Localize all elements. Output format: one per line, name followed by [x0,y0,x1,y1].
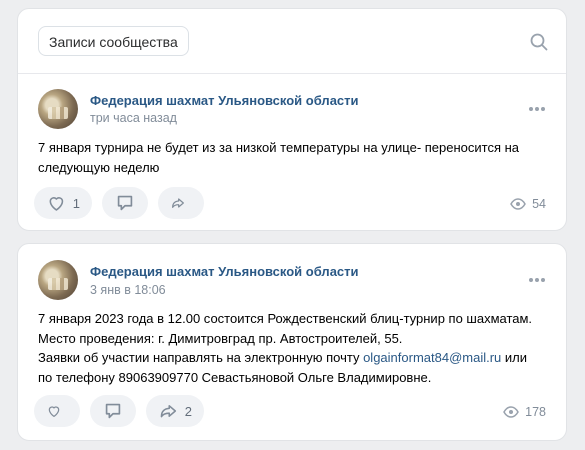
comment-button[interactable] [90,395,136,427]
share-button[interactable]: 2 [146,395,204,427]
share-button[interactable] [158,187,204,219]
like-button[interactable] [34,395,80,427]
comment-icon [105,403,121,419]
posts-card-2: Федерация шахмат Ульяновской области 3 я… [17,243,567,441]
heart-icon [49,197,64,211]
share-icon [172,198,184,208]
share-count: 2 [184,403,192,419]
avatar[interactable] [38,89,78,129]
like-button[interactable]: 1 [34,187,92,219]
views-counter: 54 [510,197,546,211]
like-count: 1 [72,195,80,211]
email-link[interactable]: olgainformat84@mail.ru [363,350,501,365]
post-text-line: Место проведения: г. Димитровград пр. Ав… [38,330,403,346]
post-text: 7 января турнира не будет из за низкой т… [38,140,520,175]
comment-button[interactable] [102,187,148,219]
post-time[interactable]: 3 янв в 18:06 [90,283,166,297]
post-text-segment: Заявки об участии направлять на электрон… [38,350,364,365]
avatar[interactable] [38,260,78,300]
more-icon[interactable] [528,106,546,112]
post-time[interactable]: три часа назад [90,111,177,125]
community-posts-tab[interactable]: Записи сообщества [38,26,189,56]
search-icon[interactable] [530,33,548,51]
heart-icon [48,406,60,417]
post-text: 7 января 2023 года в 12.00 состоится Рож… [38,309,543,387]
wall-header: Записи сообщества [18,9,566,74]
views-count: 178 [525,405,546,419]
post-text-line: Заявки об участии направлять на электрон… [38,348,543,368]
eye-icon [503,406,520,418]
posts-card-1: Записи сообщества Федерация шахмат Ульян… [17,8,567,231]
share-icon [160,405,177,418]
eye-icon [510,198,526,210]
views-counter: 178 [503,405,546,419]
post-text-line: по телефону 89063909770 Севастьяновой Ол… [38,369,432,385]
views-count: 54 [532,197,546,211]
post-author[interactable]: Федерация шахмат Ульяновской области [90,93,359,108]
comment-icon [117,195,133,211]
post-text-line: 7 января 2023 года в 12.00 состоится Рож… [38,311,533,326]
more-icon[interactable] [528,277,546,283]
post-author[interactable]: Федерация шахмат Ульяновской области [90,264,359,279]
post-text-segment: или [501,350,528,365]
